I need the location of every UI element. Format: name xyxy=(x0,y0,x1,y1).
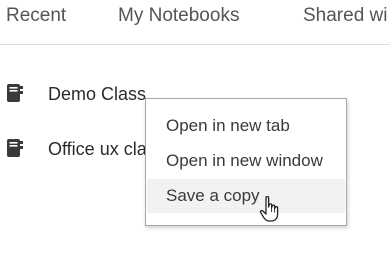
notebook-name[interactable]: Office ux cla xyxy=(48,139,147,160)
notebook-tabs: Recent My Notebooks Shared wi xyxy=(0,0,390,45)
notebook-name[interactable]: Demo Class xyxy=(48,84,146,105)
notebook-icon xyxy=(7,139,23,157)
menu-item-label: Save a copy xyxy=(166,186,260,205)
menu-item-open-new-tab[interactable]: Open in new tab xyxy=(147,109,345,143)
context-menu: Open in new tab Open in new window Save … xyxy=(145,98,347,226)
tab-my-notebooks[interactable]: My Notebooks xyxy=(118,5,239,27)
tab-shared-with-me[interactable]: Shared wi xyxy=(303,5,388,27)
menu-item-save-copy[interactable]: Save a copy xyxy=(147,179,345,213)
hand-pointer-icon xyxy=(259,195,279,222)
tab-recent[interactable]: Recent xyxy=(6,5,66,27)
menu-item-label: Open in new tab xyxy=(166,116,290,135)
menu-item-label: Open in new window xyxy=(166,151,323,170)
menu-item-open-new-window[interactable]: Open in new window xyxy=(147,144,345,178)
notebook-icon xyxy=(7,84,23,102)
